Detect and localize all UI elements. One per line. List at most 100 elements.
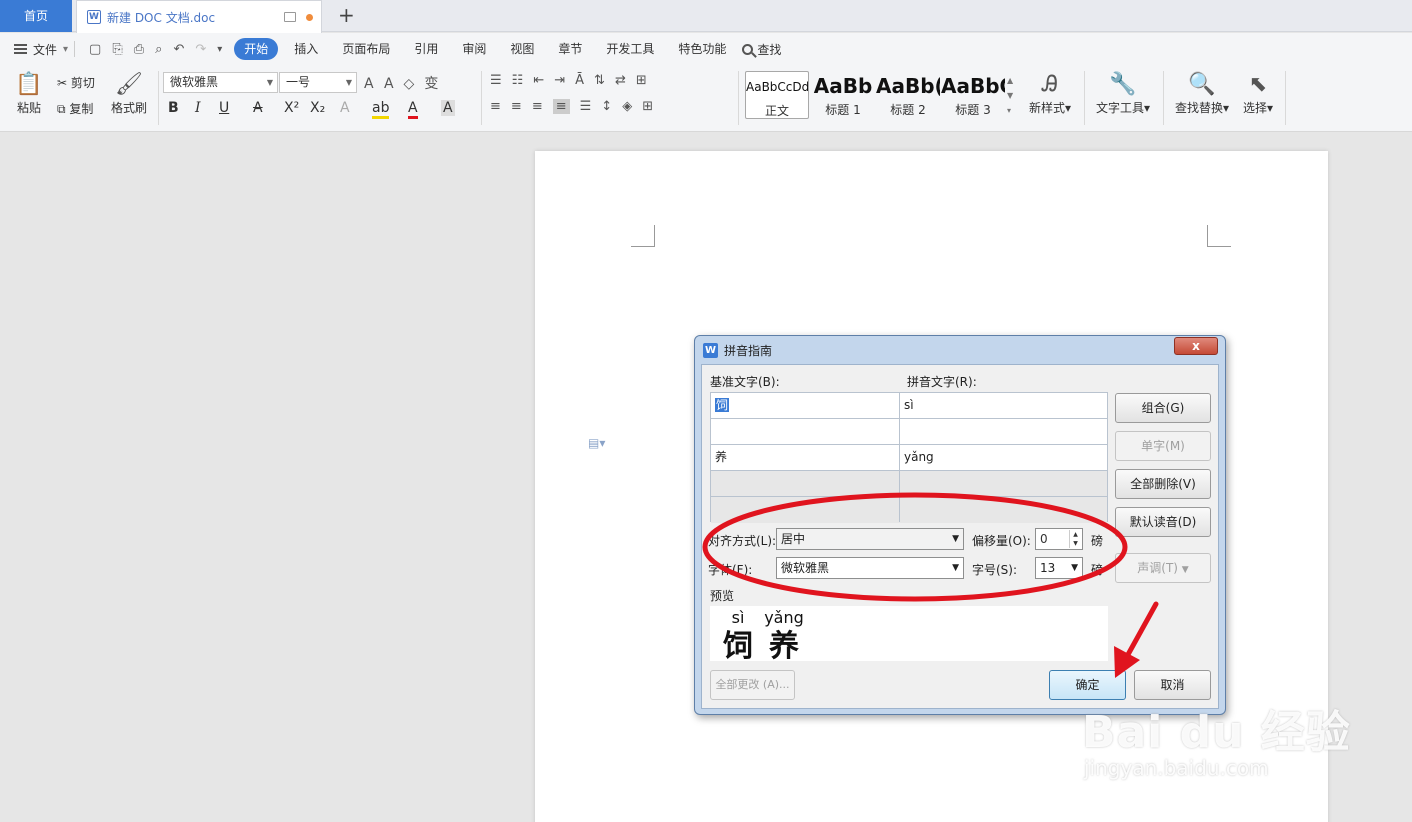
tab-start[interactable]: 开始 (234, 38, 279, 60)
separator (738, 71, 739, 125)
select-button[interactable]: ⬉ 选择▾ (1238, 71, 1278, 116)
subscript-icon[interactable]: X₂ (310, 100, 325, 116)
paste-button[interactable]: 📋 粘贴 (10, 71, 48, 116)
pinyin-guide-icon[interactable]: 变 (424, 76, 448, 92)
decrease-indent-icon[interactable]: ⇤ (533, 73, 544, 88)
font-select[interactable]: 微软雅黑 ▼ (776, 557, 964, 579)
save-icon[interactable]: ▢ (89, 42, 101, 57)
cut-button[interactable]: ✂ 剪切 (57, 74, 95, 91)
file-menu-button[interactable]: 文件 ▾ (14, 41, 68, 58)
grow-font-icon[interactable]: A (364, 76, 384, 92)
separator (158, 71, 159, 125)
table-insert-icon[interactable]: ⊞ (636, 73, 647, 88)
cut-label: 剪切 (70, 76, 95, 90)
style-normal[interactable]: AaBbCcDd 正文 (745, 71, 809, 119)
bold-icon[interactable]: B (168, 100, 179, 116)
alignment-select[interactable]: 居中 ▼ (776, 528, 964, 550)
dialog-title-bar[interactable]: W 拼音指南 (695, 336, 1225, 364)
text-effect-icon[interactable]: A (340, 100, 350, 116)
print-preview-icon[interactable]: ⌕ (155, 42, 162, 57)
font-name-select[interactable]: 微软雅黑 ▼ (163, 72, 278, 93)
style-heading-3[interactable]: AaBbC( 标题 3 (941, 71, 1005, 119)
increase-indent-icon[interactable]: ⇥ (554, 73, 565, 88)
tab-special[interactable]: 特色功能 (666, 38, 738, 60)
strikethrough-icon[interactable]: A (253, 100, 263, 116)
text-tools-button[interactable]: 🔧 文字工具▾ (1092, 71, 1154, 116)
tab-home[interactable]: 首页 (0, 0, 72, 32)
print-icon[interactable]: ⎙ (134, 42, 144, 57)
line-spacing-icon[interactable]: ↕ (601, 99, 612, 114)
pinyin-text-cell[interactable]: sì (900, 393, 1107, 418)
preview-pinyin: yǎng (764, 608, 804, 627)
format-painter-button[interactable]: 🖌 格式刷 (108, 71, 150, 116)
tab-section[interactable]: 章节 (546, 38, 594, 60)
sort-icon[interactable]: ⇅ (594, 73, 605, 88)
undo-icon[interactable]: ↶ (173, 42, 184, 57)
pinyin-text-cell (900, 497, 1107, 522)
alignment-label: 对齐方式(L): (708, 534, 777, 548)
tab-review[interactable]: 审阅 (450, 38, 498, 60)
style-heading-2[interactable]: AaBb( 标题 2 (876, 71, 940, 119)
base-text-cell[interactable] (711, 419, 900, 444)
export-icon[interactable]: ⎘ (112, 42, 122, 57)
pinyin-text-cell[interactable] (900, 419, 1107, 444)
char-shading-icon[interactable]: A (441, 100, 455, 116)
tab-insert[interactable]: 插入 (282, 38, 330, 60)
shrink-font-icon[interactable]: A (384, 76, 404, 92)
font-color-icon[interactable]: A (408, 100, 418, 119)
tab-document[interactable]: W 新建 DOC 文档.doc (76, 0, 322, 33)
tab-view[interactable]: 视图 (498, 38, 546, 60)
style-heading-1[interactable]: AaBb 标题 1 (811, 71, 875, 119)
style-scroll[interactable]: ▲ ▼ ▾ (1007, 73, 1013, 118)
separator (1163, 71, 1164, 125)
distribute-icon[interactable]: ☰ (580, 99, 592, 114)
find-replace-button[interactable]: 🔍 查找替换▾ (1171, 71, 1233, 116)
paragraph-marker-icon[interactable]: ▤▾ (588, 436, 605, 450)
close-button[interactable]: x (1174, 337, 1218, 355)
monitor-icon[interactable] (284, 12, 296, 22)
new-tab-button[interactable]: + (338, 4, 355, 26)
spinner-arrows-icon[interactable]: ▲ ▼ (1069, 530, 1081, 548)
underline-icon[interactable]: U (219, 100, 229, 116)
base-text-cell[interactable]: 养 (711, 445, 900, 470)
change-all-button[interactable]: 全部更改 (A)... (710, 670, 795, 700)
align-center-icon[interactable]: ≡ (511, 99, 522, 114)
single-char-button[interactable]: 单字(M) (1115, 431, 1211, 461)
tab-page-layout[interactable]: 页面布局 (330, 38, 402, 60)
pinyin-text-cell[interactable]: yǎng (900, 445, 1107, 470)
offset-spinner[interactable]: 0 ▲ ▼ (1035, 528, 1083, 550)
size-unit: 磅 (1091, 563, 1104, 577)
superscript-icon[interactable]: X² (284, 100, 299, 116)
border-icon[interactable]: ⊞ (642, 99, 653, 114)
chevron-down-icon: ▼ (952, 563, 959, 573)
font-size-select[interactable]: 一号 ▼ (279, 72, 357, 93)
text-direction-icon[interactable]: ⇄ (615, 73, 626, 88)
bullet-list-icon[interactable]: ☰ (490, 73, 502, 88)
search-button[interactable]: 查找 (742, 41, 781, 58)
italic-icon[interactable]: I (195, 100, 201, 116)
size-select[interactable]: 13 ▼ (1035, 557, 1083, 579)
redo-icon[interactable]: ↷ (195, 42, 206, 57)
base-text-cell[interactable]: 饲 (711, 393, 900, 418)
char-spacing-icon[interactable]: Ā (575, 73, 584, 88)
numbered-list-icon[interactable]: ☷ (512, 73, 524, 88)
copy-button[interactable]: ⧉ 复制 (57, 100, 93, 117)
style-name: 标题 3 (955, 103, 991, 117)
shading-icon[interactable]: ◈ (622, 99, 632, 114)
tab-references[interactable]: 引用 (402, 38, 450, 60)
clear-format-icon[interactable]: ◇ (404, 76, 425, 92)
default-reading-button[interactable]: 默认读音(D) (1115, 507, 1211, 537)
font-value: 微软雅黑 (781, 561, 830, 575)
new-style-button[interactable]: Ꭿ 新样式▾ (1024, 71, 1076, 116)
tone-button[interactable]: 声调(T) ▼ (1115, 553, 1211, 583)
customize-icon[interactable]: ▾ (217, 44, 222, 55)
align-right-icon[interactable]: ≡ (532, 99, 543, 114)
justify-icon[interactable]: ≡ (552, 99, 570, 114)
tab-developer[interactable]: 开发工具 (594, 38, 666, 60)
combine-button[interactable]: 组合(G) (1115, 393, 1211, 423)
highlight-icon[interactable]: ab (372, 100, 390, 119)
size-value: 13 (1040, 561, 1056, 575)
list-controls: ☰ ☷ ⇤ ⇥ Ā ⇅ ⇄ ⊞ (490, 73, 647, 88)
align-left-icon[interactable]: ≡ (490, 99, 501, 114)
delete-all-button[interactable]: 全部删除(V) (1115, 469, 1211, 499)
